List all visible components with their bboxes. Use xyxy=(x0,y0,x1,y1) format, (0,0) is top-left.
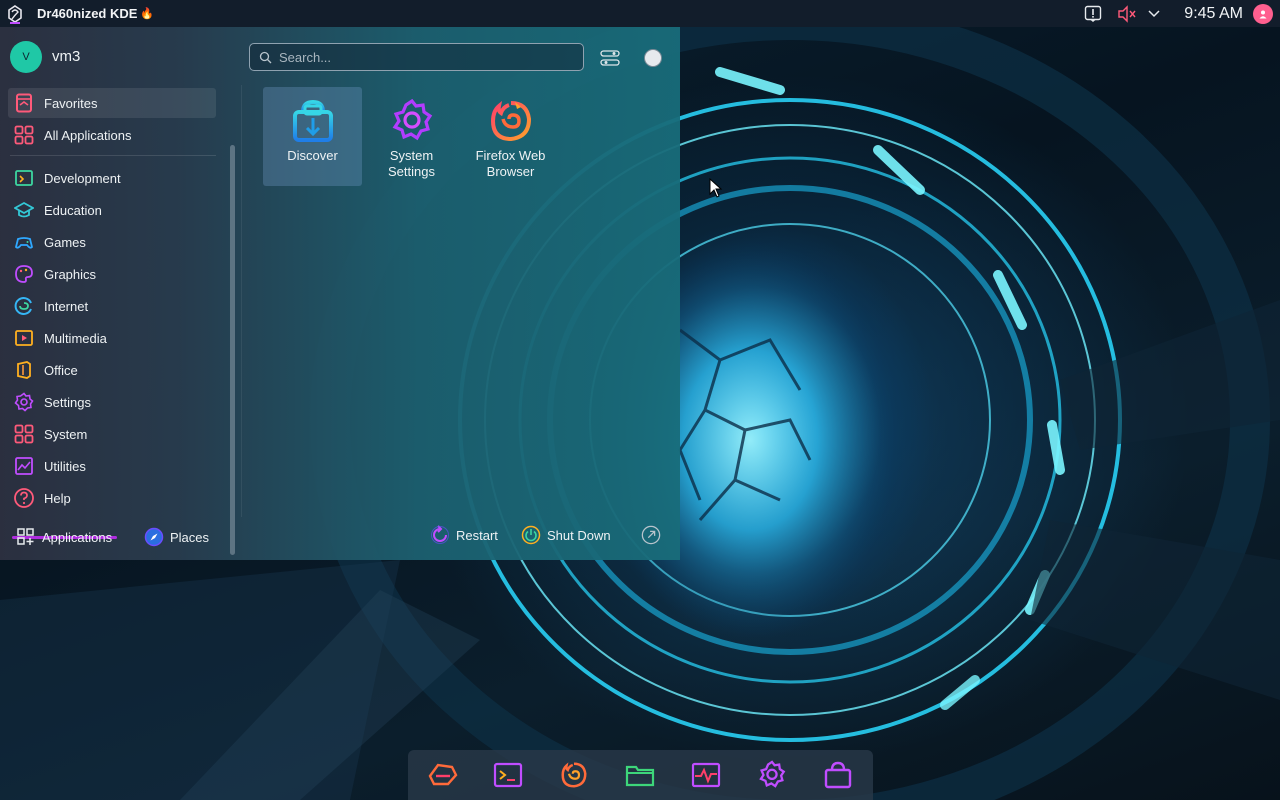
utilities-icon xyxy=(13,455,35,477)
gamepad-icon xyxy=(13,231,35,253)
development-icon xyxy=(13,167,35,189)
grid-icon xyxy=(13,124,35,146)
sidebar-scrollbar[interactable] xyxy=(230,145,235,555)
places-tab-label: Places xyxy=(170,529,210,545)
category-label: All Applications xyxy=(44,127,132,143)
office-icon xyxy=(13,359,35,381)
applications-tab[interactable]: Applications xyxy=(16,527,112,547)
app-label: Discover xyxy=(287,148,338,163)
applications-grid-icon xyxy=(16,527,36,547)
leave-icon xyxy=(641,525,661,545)
palette-icon xyxy=(13,263,35,285)
category-label: Help xyxy=(44,490,71,506)
terminal-icon[interactable] xyxy=(492,759,524,791)
pin-launcher-button[interactable] xyxy=(641,46,665,70)
category-label: Games xyxy=(44,234,86,250)
compass-icon xyxy=(144,527,164,547)
category-separator xyxy=(10,155,216,156)
graduation-cap-icon xyxy=(13,199,35,221)
garuda-icon[interactable] xyxy=(426,759,458,791)
search-box[interactable] xyxy=(249,43,584,71)
system-icon xyxy=(13,423,35,445)
category-label: Development xyxy=(44,170,121,186)
system-settings-icon xyxy=(388,97,436,145)
files-icon[interactable] xyxy=(624,759,656,791)
dock-panel xyxy=(408,750,873,800)
power-icon xyxy=(521,525,541,545)
window-title: Dr460nized KDE xyxy=(37,6,138,21)
app-label: System Settings xyxy=(388,148,435,179)
bookmark-icon xyxy=(13,92,35,114)
store-icon[interactable] xyxy=(822,759,854,791)
category-settings[interactable]: Settings xyxy=(8,387,216,417)
category-development[interactable]: Development xyxy=(8,163,216,193)
sidebar-divider xyxy=(241,85,242,517)
user-avatar[interactable]: V xyxy=(10,41,42,73)
launcher-footer: Applications Places Restart Shut Down xyxy=(0,517,680,560)
category-graphics[interactable]: Graphics xyxy=(8,259,216,289)
application-launcher: V vm3 Favorites xyxy=(0,27,680,560)
firefox-icon[interactable] xyxy=(558,759,590,791)
clock[interactable]: 9:45 AM xyxy=(1184,5,1243,23)
system-tray: 9:45 AM xyxy=(1082,0,1280,27)
user-avatar-icon[interactable] xyxy=(1253,3,1273,24)
category-label: Office xyxy=(44,362,78,378)
configure-launcher-button[interactable] xyxy=(598,46,622,70)
launcher-header: V vm3 xyxy=(0,27,680,85)
category-internet[interactable]: Internet xyxy=(8,291,216,321)
shutdown-label: Shut Down xyxy=(547,527,611,543)
gear-icon xyxy=(13,391,35,413)
category-label: Multimedia xyxy=(44,330,107,346)
volume-muted-icon[interactable] xyxy=(1116,3,1138,25)
category-favorites[interactable]: Favorites xyxy=(8,88,216,118)
firefox-icon xyxy=(487,97,535,145)
places-tab[interactable]: Places xyxy=(144,527,209,547)
garuda-menu-icon[interactable] xyxy=(4,3,26,25)
category-help[interactable]: Help xyxy=(8,483,216,513)
restart-icon xyxy=(430,525,450,545)
globe-icon xyxy=(13,295,35,317)
category-label: Internet xyxy=(44,298,89,314)
category-utilities[interactable]: Utilities xyxy=(8,451,216,481)
app-system-settings[interactable]: System Settings xyxy=(362,87,461,186)
leave-button[interactable] xyxy=(641,525,667,545)
notification-icon[interactable] xyxy=(1082,3,1104,25)
system-monitor-icon[interactable] xyxy=(690,759,722,791)
app-label: Firefox Web Browser xyxy=(475,148,546,179)
category-office[interactable]: Office xyxy=(8,355,216,385)
mouse-cursor xyxy=(709,177,723,203)
category-label: Graphics xyxy=(44,266,97,282)
app-firefox[interactable]: Firefox Web Browser xyxy=(461,87,560,186)
help-icon xyxy=(13,487,35,509)
chevron-down-icon[interactable] xyxy=(1146,3,1162,25)
app-discover[interactable]: Discover xyxy=(263,87,362,186)
multimedia-icon xyxy=(13,327,35,349)
discover-icon xyxy=(289,97,337,145)
category-label: Utilities xyxy=(44,458,86,474)
top-panel: Dr460nized KDE 🔥 9:45 AM xyxy=(0,0,1280,27)
shutdown-button[interactable]: Shut Down xyxy=(521,525,611,545)
category-label: Settings xyxy=(44,394,91,410)
restart-label: Restart xyxy=(456,527,498,543)
category-all-applications[interactable]: All Applications xyxy=(8,120,216,150)
category-sidebar: Favorites All Applications Development E… xyxy=(0,85,240,555)
category-label: System xyxy=(44,426,88,442)
category-system[interactable]: System xyxy=(8,419,216,449)
restart-button[interactable]: Restart xyxy=(430,525,498,545)
search-input[interactable] xyxy=(279,49,569,65)
category-games[interactable]: Games xyxy=(8,227,216,257)
flame-emoji: 🔥 xyxy=(140,8,155,20)
settings-icon[interactable] xyxy=(756,759,788,791)
category-label: Favorites xyxy=(44,95,98,111)
username: vm3 xyxy=(52,48,81,65)
search-icon xyxy=(259,51,272,64)
category-education[interactable]: Education xyxy=(8,195,216,225)
category-multimedia[interactable]: Multimedia xyxy=(8,323,216,353)
category-label: Education xyxy=(44,202,102,218)
applications-tab-label: Applications xyxy=(42,529,113,545)
